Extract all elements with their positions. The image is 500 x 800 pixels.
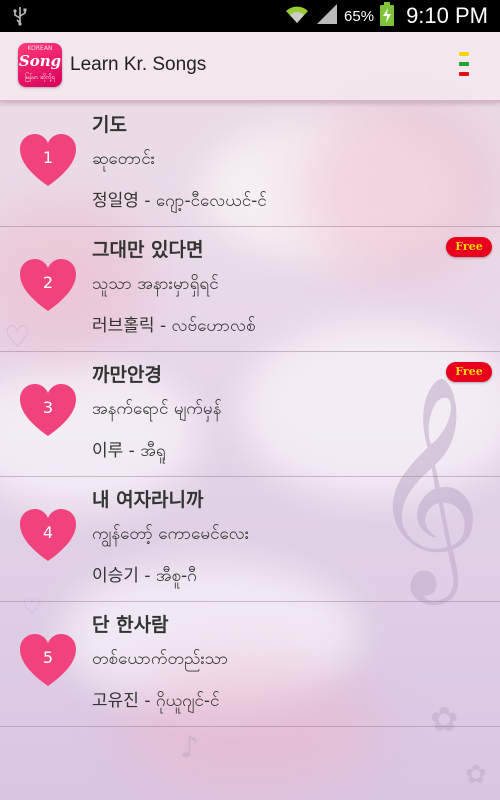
menu-bar-green — [459, 62, 469, 66]
menu-bar-yellow — [459, 52, 469, 56]
song-artist: 이승기 - အီစူ-ဂီ — [92, 566, 197, 586]
song-artist: 러브홀릭 - လဗ်ဟောလစ် — [92, 316, 256, 336]
battery-percent: 65% — [344, 7, 375, 25]
song-artist: 이루 - အီရူ — [92, 441, 166, 461]
app-logo-icon[interactable]: KOREAN Song မြန်မာ ဆိုလို့ရ — [18, 43, 62, 87]
heart-icon: 2 — [18, 257, 78, 313]
song-row[interactable]: 5 단 한사람 တစ်ယောက်တည်းသာ 고유진 - ဂိုယူဂျင်-င… — [0, 602, 500, 727]
song-subtitle: တစ်ယောက်တည်းသာ — [92, 649, 229, 669]
song-title: 그대만 있다면 — [92, 239, 204, 261]
song-number: 4 — [42, 523, 54, 542]
song-title: 까만안경 — [92, 364, 162, 386]
usb-icon — [12, 6, 28, 31]
song-row[interactable]: 3 까만안경 အနက်ရောင် မျက်မှန် 이루 - အီရူ Free — [0, 352, 500, 477]
heart-icon: 5 — [18, 632, 78, 688]
app-title: Learn Kr. Songs — [70, 54, 207, 75]
song-list: 1 기도 ဆုတောင်း 정일영 - ဂျော့-ငီလေယင်-င် 2 그… — [0, 102, 500, 727]
song-title: 기도 — [92, 114, 127, 136]
clock: 9:10 PM — [406, 3, 488, 28]
wifi-icon — [284, 3, 310, 30]
song-row[interactable]: 1 기도 ဆုတောင်း 정일영 - ဂျော့-ငီလေယင်-င် — [0, 102, 500, 227]
heart-icon: 3 — [18, 382, 78, 438]
song-artist: 고유진 - ဂိုယူဂျင်-င် — [92, 691, 220, 711]
battery-charging-icon — [380, 1, 395, 31]
overflow-menu-button[interactable] — [456, 51, 472, 81]
song-subtitle: ဆုတောင်း — [92, 149, 155, 169]
action-bar: KOREAN Song မြန်မာ ဆိုလို့ရ Learn Kr. So… — [0, 32, 500, 102]
heart-icon: 4 — [18, 507, 78, 563]
heart-icon: 1 — [18, 132, 78, 188]
song-subtitle: ကျွန်တော့် ကောမေင်လေး — [92, 524, 250, 544]
free-badge: Free — [446, 362, 492, 382]
song-row[interactable]: 4 내 여자라니까 ကျွန်တော့် ကောမေင်လေး 이승기 - အီ… — [0, 477, 500, 602]
flower-decoration: ✿ — [465, 760, 487, 790]
status-bar: 65% 9:10 PM — [0, 0, 500, 32]
song-artist: 정일영 - ဂျော့-ငီလေယင်-င် — [92, 191, 267, 211]
song-number: 3 — [42, 398, 54, 417]
song-number: 2 — [42, 273, 54, 292]
song-title: 내 여자라니까 — [92, 489, 204, 511]
song-number: 5 — [42, 648, 54, 667]
free-badge: Free — [446, 237, 492, 257]
song-number: 1 — [42, 148, 54, 167]
song-subtitle: သူသာ အနားမှာရှိရင် — [92, 274, 219, 294]
song-row[interactable]: 2 그대만 있다면 သူသာ အနားမှာရှိရင် 러브홀릭 - လဗ်ဟ… — [0, 227, 500, 352]
song-title: 단 한사람 — [92, 614, 169, 636]
song-subtitle: အနက်ရောင် မျက်မှန် — [92, 399, 222, 419]
signal-icon — [316, 3, 338, 30]
note-decoration: ♪ — [180, 730, 200, 765]
menu-bar-red — [459, 72, 469, 76]
